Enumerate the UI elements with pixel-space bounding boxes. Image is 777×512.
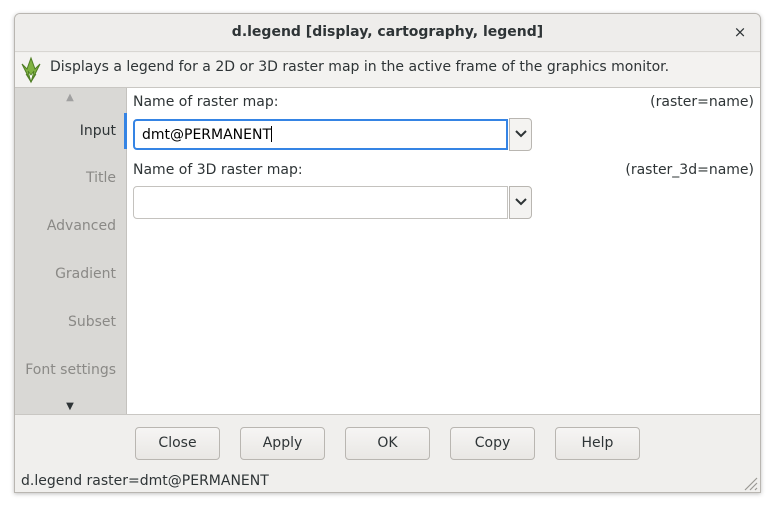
close-window-button[interactable]: × [730, 22, 750, 42]
tabs-scroll-down-icon[interactable]: ▼ [15, 401, 125, 412]
description-bar: Displays a legend for a 2D or 3D raster … [15, 53, 760, 87]
text-caret [271, 126, 273, 142]
raster-map-key: (raster=name) [650, 94, 754, 110]
raster3d-map-input[interactable] [133, 186, 508, 219]
raster-map-dropdown-button[interactable] [509, 118, 532, 151]
raster-map-value: dmt@PERMANENT [142, 127, 272, 143]
window-title: d.legend [display, cartography, legend] [231, 24, 544, 40]
help-button[interactable]: Help [555, 427, 640, 460]
resize-grip-icon[interactable] [740, 473, 758, 491]
chevron-down-icon [515, 198, 527, 206]
raster-map-label: Name of raster map: [133, 94, 279, 110]
close-button[interactable]: Close [135, 427, 220, 460]
button-row: Close Apply OK Copy Help [15, 415, 760, 471]
tab-content-input: Name of raster map: (raster=name) dmt@PE… [127, 88, 760, 414]
tab-gradient[interactable]: Gradient [55, 266, 116, 282]
module-description: Displays a legend for a 2D or 3D raster … [50, 59, 670, 75]
tabs-scroll-up-icon[interactable]: ▲ [15, 92, 125, 103]
raster3d-map-label: Name of 3D raster map: [133, 162, 303, 178]
copy-button[interactable]: Copy [450, 427, 535, 460]
grass-logo-icon [21, 56, 41, 84]
tab-title[interactable]: Title [86, 170, 116, 186]
tab-sidebar: ▲ Input Title Advanced Gradient Subset F… [15, 88, 127, 414]
status-bar: d.legend raster=dmt@PERMANENT [15, 471, 760, 492]
apply-button[interactable]: Apply [240, 427, 325, 460]
raster3d-map-key: (raster_3d=name) [625, 162, 754, 178]
tab-advanced[interactable]: Advanced [47, 218, 116, 234]
tab-font-settings[interactable]: Font settings [25, 362, 116, 378]
tab-subset[interactable]: Subset [68, 314, 116, 330]
dialog-window: d.legend [display, cartography, legend] … [14, 13, 761, 493]
title-bar[interactable]: d.legend [display, cartography, legend] … [15, 14, 760, 52]
chevron-down-icon [515, 130, 527, 138]
raster-map-input[interactable]: dmt@PERMANENT [133, 119, 508, 150]
tab-input[interactable]: Input [80, 123, 116, 139]
raster3d-map-dropdown-button[interactable] [509, 186, 532, 219]
ok-button[interactable]: OK [345, 427, 430, 460]
main-area: ▲ Input Title Advanced Gradient Subset F… [15, 87, 760, 415]
command-preview: d.legend raster=dmt@PERMANENT [21, 473, 269, 489]
